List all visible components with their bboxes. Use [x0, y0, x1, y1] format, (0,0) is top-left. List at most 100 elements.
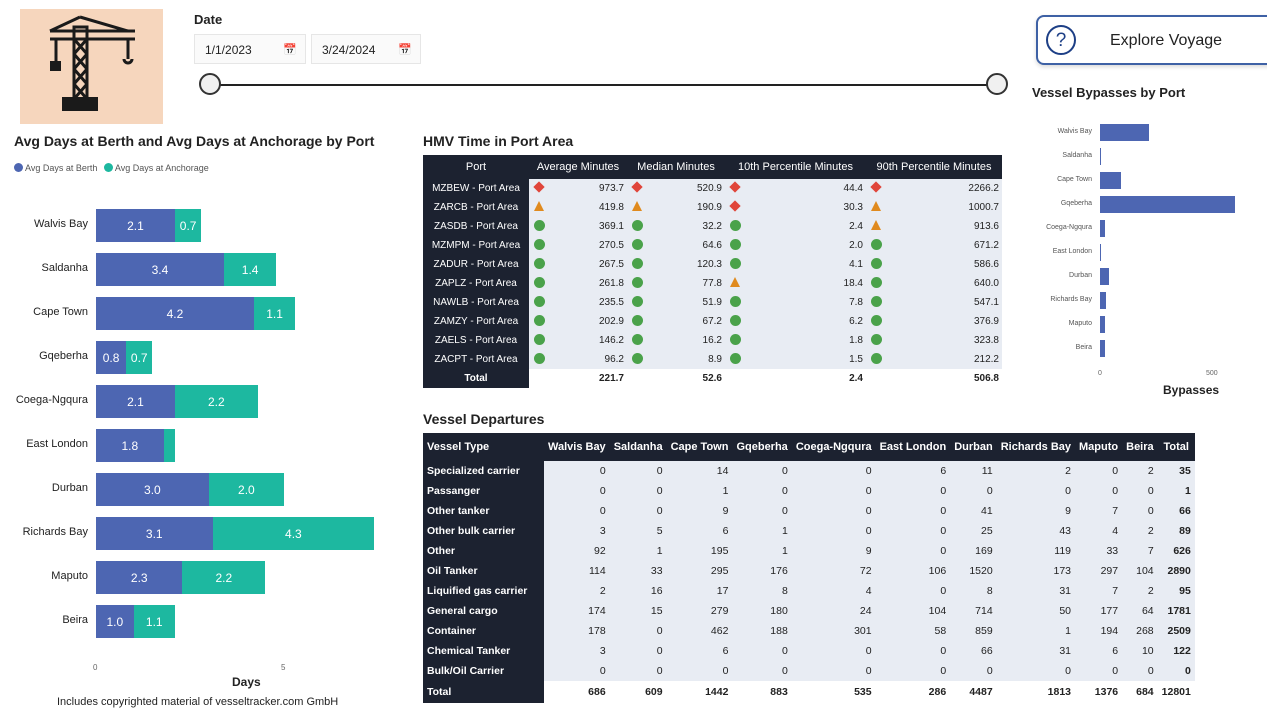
hmv-value-cell: 120.3: [647, 255, 725, 274]
legend-anchorage-label: Avg Days at Anchorage: [114, 163, 209, 173]
red-diamond-icon: [870, 181, 882, 193]
red-diamond-icon: [729, 181, 741, 193]
hmv-status-cell: [529, 312, 549, 331]
departure-count-cell: 0: [875, 661, 951, 681]
hmv-column-header[interactable]: 90th Percentile Minutes: [866, 155, 1002, 179]
hmv-row[interactable]: NAWLB - Port Area 235.5 51.9 7.8 547.1: [423, 293, 1002, 312]
hmv-row[interactable]: MZBEW - Port Area 973.7 520.9 44.4 2266.2: [423, 179, 1002, 198]
end-date-input[interactable]: 3/24/2024 📅: [311, 34, 421, 64]
departure-count-cell: 0: [544, 461, 610, 481]
departure-count-cell: 1: [666, 481, 733, 501]
berth-value-label: 3.0: [144, 482, 161, 497]
departure-count-cell: 16: [609, 581, 667, 601]
amber-triangle-icon: [871, 201, 881, 211]
hmv-status-cell: [866, 274, 886, 293]
departures-column-header[interactable]: East London: [875, 433, 951, 461]
departures-column-header[interactable]: Beira: [1122, 433, 1158, 461]
departures-column-header[interactable]: Saldanha: [609, 433, 667, 461]
departure-count-cell: 2: [1122, 461, 1158, 481]
departure-count-cell: 0: [609, 641, 667, 661]
crane-logo: [20, 9, 163, 124]
vessel-type-cell: Liquified gas carrier: [423, 581, 544, 601]
hmv-row[interactable]: ZADUR - Port Area 267.5 120.3 4.1 586.6: [423, 255, 1002, 274]
berth-axis-tick-0: 0: [93, 663, 98, 672]
departures-row[interactable]: Passanger 0 0 1 0 0 0 0 0 0 0 1: [423, 481, 1195, 501]
departure-count-cell: 43: [996, 521, 1076, 541]
hmv-row[interactable]: ZASDB - Port Area 369.1 32.2 2.4 913.6: [423, 217, 1002, 236]
hmv-column-header[interactable]: 10th Percentile Minutes: [725, 155, 866, 179]
hmv-row[interactable]: ZACPT - Port Area 96.2 8.9 1.5 212.2: [423, 350, 1002, 369]
departures-row[interactable]: Container 178 0 462 188 301 58 859 1 194 268 2509: [423, 621, 1195, 641]
berth-value-label: 1.8: [121, 438, 139, 453]
hmv-port-cell: ZAELS - Port Area: [423, 331, 529, 350]
green-circle-icon: [631, 276, 643, 288]
departures-row[interactable]: Liquified gas carrier 2 16 17 8 4 0 8 31 7 2 95: [423, 581, 1195, 601]
hmv-column-header[interactable]: Port: [423, 155, 529, 179]
red-diamond-icon: [631, 181, 643, 193]
departures-column-header[interactable]: Maputo: [1075, 433, 1123, 461]
departures-row[interactable]: Other bulk carrier 3 5 6 1 0 0 25 43 4 2 89: [423, 521, 1195, 541]
departures-column-header[interactable]: Gqeberha: [732, 433, 792, 461]
hmv-value-cell: 261.8: [549, 274, 627, 293]
departures-column-header[interactable]: Coega-Ngqura: [791, 433, 876, 461]
bypass-axis-tick-0: 0: [1098, 370, 1102, 377]
departures-row[interactable]: Specialized carrier 0 0 14 0 0 6 11 2 0 2 35: [423, 461, 1195, 481]
hmv-row[interactable]: ZAELS - Port Area 146.2 16.2 1.8 323.8: [423, 331, 1002, 350]
departures-row[interactable]: Oil Tanker 114 33 295 176 72 106 1520 173 297 104 2…: [423, 561, 1195, 581]
departures-row[interactable]: Chemical Tanker 3 0 6 0 0 0 66 31 6 10 122: [423, 641, 1195, 661]
date-range-end-handle[interactable]: [986, 73, 1008, 95]
departure-count-cell: 7: [1075, 501, 1123, 521]
bypass-category-label: Durban: [1069, 272, 1092, 279]
hmv-status-cell: [725, 198, 745, 217]
departures-total-value: 12801: [1157, 681, 1195, 703]
departure-count-cell: 6: [875, 461, 951, 481]
hmv-value-cell: 376.9: [886, 312, 1002, 331]
hmv-row[interactable]: ZAPLZ - Port Area 261.8 77.8 18.4 640.0: [423, 274, 1002, 293]
berth-bar: 1.0: [96, 605, 134, 638]
departure-count-cell: 4: [1075, 521, 1123, 541]
anchorage-bar: 1.1: [253, 297, 296, 330]
departures-column-header[interactable]: Vessel Type: [423, 433, 544, 461]
category-label: Walvis Bay: [34, 218, 88, 230]
green-circle-icon: [631, 219, 643, 231]
departures-column-header[interactable]: Total: [1157, 433, 1195, 461]
departure-count-cell: 178: [544, 621, 610, 641]
departures-row[interactable]: Other 92 1 195 1 9 0 169 119 33 7 626: [423, 541, 1195, 561]
hmv-total-value: 52.6: [627, 369, 725, 388]
date-range-slider-track[interactable]: [210, 84, 1000, 86]
berth-bar: 3.1: [96, 517, 213, 550]
departures-column-header[interactable]: Walvis Bay: [544, 433, 610, 461]
calendar-icon[interactable]: 📅: [398, 35, 412, 65]
start-date-input[interactable]: 1/1/2023 📅: [194, 34, 306, 64]
green-circle-icon: [729, 333, 741, 345]
departures-column-header[interactable]: Richards Bay: [996, 433, 1076, 461]
hmv-value-cell: 212.2: [886, 350, 1002, 369]
hmv-row[interactable]: ZAMZY - Port Area 202.9 67.2 6.2 376.9: [423, 312, 1002, 331]
departures-column-header[interactable]: Durban: [950, 433, 997, 461]
departures-row[interactable]: General cargo 174 15 279 180 24 104 714 50 177 64 1…: [423, 601, 1195, 621]
departures-row[interactable]: Other tanker 0 0 9 0 0 0 41 9 7 0 66: [423, 501, 1195, 521]
departure-count-cell: 5: [609, 521, 667, 541]
departures-column-header[interactable]: Cape Town: [666, 433, 733, 461]
date-range-start-handle[interactable]: [199, 73, 221, 95]
explore-voyage-button[interactable]: ? Explore Voyage: [1036, 15, 1267, 65]
hmv-column-header[interactable]: Median Minutes: [627, 155, 725, 179]
departure-count-cell: 0: [875, 641, 951, 661]
hmv-status-cell: [529, 179, 549, 198]
departure-count-cell: 33: [609, 561, 667, 581]
hmv-column-header[interactable]: Average Minutes: [529, 155, 627, 179]
hmv-value-cell: 4.1: [745, 255, 866, 274]
berth-bar: 2.1: [96, 209, 175, 242]
green-circle-icon: [533, 314, 545, 326]
departure-count-cell: 2: [1122, 581, 1158, 601]
hmv-row[interactable]: ZARCB - Port Area 419.8 190.9 30.3 1000.7: [423, 198, 1002, 217]
anchorage-value-label: 4.3: [285, 526, 302, 541]
calendar-icon[interactable]: 📅: [283, 35, 297, 65]
amber-triangle-icon: [534, 201, 544, 211]
hmv-status-cell: [627, 179, 647, 198]
departure-count-cell: 106: [875, 561, 951, 581]
hmv-row[interactable]: MZMPM - Port Area 270.5 64.6 2.0 671.2: [423, 236, 1002, 255]
departures-row[interactable]: Bulk/Oil Carrier 0 0 0 0 0 0 0 0 0 0 0: [423, 661, 1195, 681]
departure-count-cell: 0: [950, 661, 997, 681]
hmv-status-cell: [529, 198, 549, 217]
